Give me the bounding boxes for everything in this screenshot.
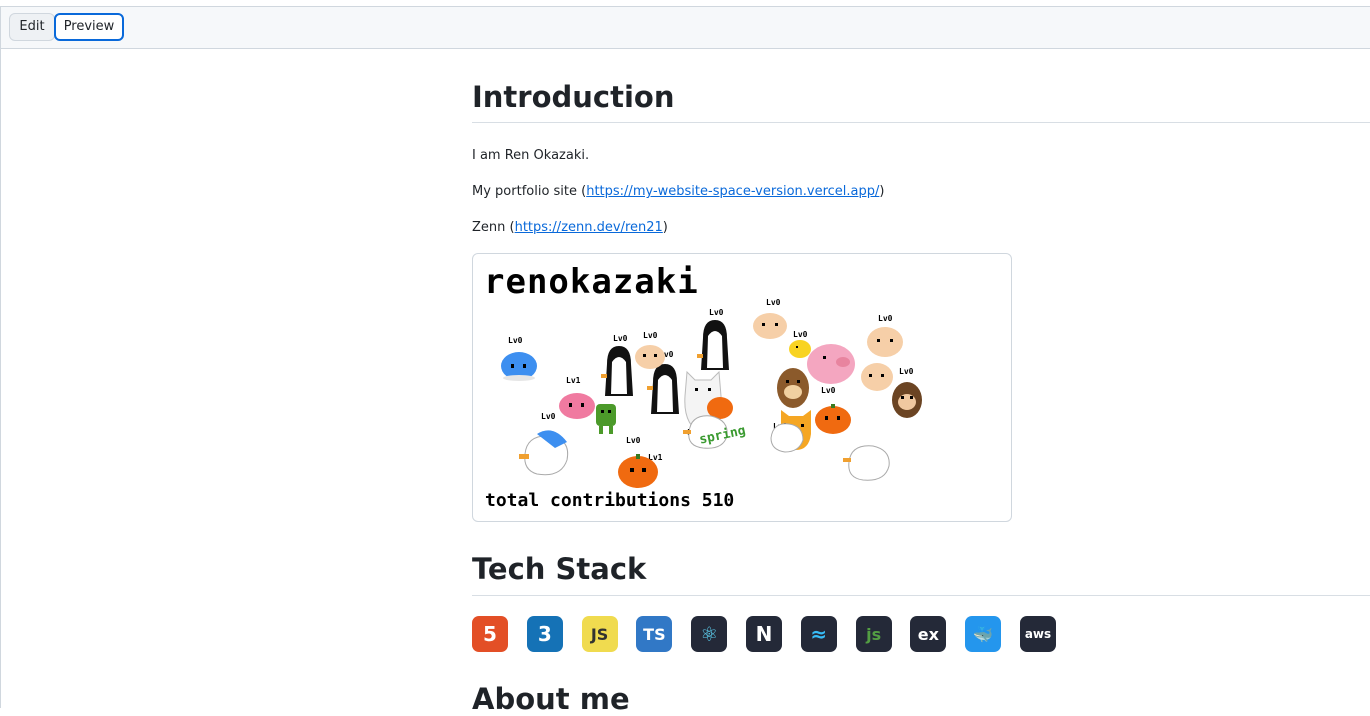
pumpkin-pet-icon	[815, 404, 851, 434]
duck-pet-icon	[519, 430, 569, 476]
slime-pet-icon	[559, 393, 595, 419]
nextjs-icon[interactable]: N	[746, 616, 782, 652]
hamster-pet-icon	[635, 345, 665, 369]
duck-pet-icon	[770, 423, 804, 453]
css3-icon[interactable]: 3	[526, 616, 563, 652]
express-icon[interactable]: ex	[910, 616, 947, 652]
slime-pet-icon	[501, 352, 537, 381]
hamster-pet-icon	[753, 313, 787, 339]
portfolio-line: My portfolio site (https://my-website-sp…	[472, 184, 884, 199]
contribution-pets-card: renokazaki Lv0 Lv1 Lv0 Lv0 Lv0 Lv0 Lv0 L…	[472, 253, 1012, 522]
preview-content: Introduction I am Ren Okazaki. My portfo…	[472, 48, 1370, 716]
level-tag: Lv0	[766, 298, 781, 307]
nodejs-icon[interactable]: js	[855, 616, 892, 652]
aws-icon-glyph: aws	[1024, 627, 1052, 641]
card-username: renokazaki	[484, 262, 699, 302]
level-tag: Lv0	[878, 314, 893, 323]
penguin-pet-icon	[601, 346, 633, 396]
pumpkin-pet-icon	[618, 454, 658, 488]
zenn-prefix: Zenn (	[472, 220, 515, 235]
tab-preview[interactable]: Preview	[54, 13, 124, 41]
heading-divider	[472, 122, 1370, 123]
android-pet-icon	[596, 404, 616, 434]
typescript-icon[interactable]: TS	[636, 616, 673, 652]
portfolio-prefix: My portfolio site (	[472, 184, 587, 199]
heading-tech-stack: Tech Stack	[472, 552, 647, 586]
hamster-pet-icon	[867, 327, 903, 357]
portfolio-suffix: )	[879, 184, 885, 199]
portfolio-link[interactable]: https://my-website-space-version.vercel.…	[586, 184, 879, 199]
nextjs-icon-glyph: N	[755, 622, 773, 646]
css3-icon-glyph: 3	[537, 622, 552, 646]
editor-tab-bar: Edit Preview	[1, 7, 1370, 49]
react-icon-glyph: ⚛	[700, 622, 719, 646]
level-tag: Lv0	[613, 334, 628, 343]
card-total-contributions: total contributions 510	[485, 490, 735, 511]
tailwind-icon-glyph: ≈	[810, 622, 828, 646]
level-tag: Lv1	[566, 376, 581, 385]
aws-icon[interactable]: aws	[1020, 616, 1056, 652]
level-tag: Lv0	[541, 412, 556, 421]
tab-edit[interactable]: Edit	[9, 13, 55, 41]
level-tag: Lv0	[508, 336, 523, 345]
level-tag: Lv0	[899, 367, 914, 376]
pig-pet-icon	[807, 344, 855, 384]
nodejs-icon-glyph: js	[866, 624, 882, 644]
javascript-icon-glyph: JS	[590, 624, 609, 644]
intro-name-line: I am Ren Okazaki.	[472, 148, 590, 163]
monkey-pet-icon	[892, 382, 922, 418]
javascript-icon[interactable]: JS	[581, 616, 618, 652]
level-tag: Lv0	[643, 331, 658, 340]
html5-icon[interactable]: 5	[472, 616, 508, 652]
zenn-suffix: )	[662, 220, 668, 235]
heading-about-me: About me	[472, 682, 630, 716]
zenn-line: Zenn (https://zenn.dev/ren21)	[472, 220, 668, 235]
typescript-icon-glyph: TS	[643, 624, 666, 644]
react-icon[interactable]: ⚛	[691, 616, 728, 652]
level-tag: Lv0	[626, 436, 641, 445]
level-tag: Lv0	[709, 308, 724, 317]
tailwind-icon[interactable]: ≈	[800, 616, 837, 652]
html5-icon-glyph: 5	[483, 622, 497, 646]
zenn-link[interactable]: https://zenn.dev/ren21	[515, 220, 663, 235]
heading-introduction: Introduction	[472, 80, 675, 114]
duck-pet-icon	[843, 445, 890, 481]
heading-divider	[472, 595, 1370, 596]
docker-icon-glyph: 🐳	[973, 624, 994, 644]
docker-icon[interactable]: 🐳	[965, 616, 1002, 652]
express-icon-glyph: ex	[917, 624, 939, 644]
